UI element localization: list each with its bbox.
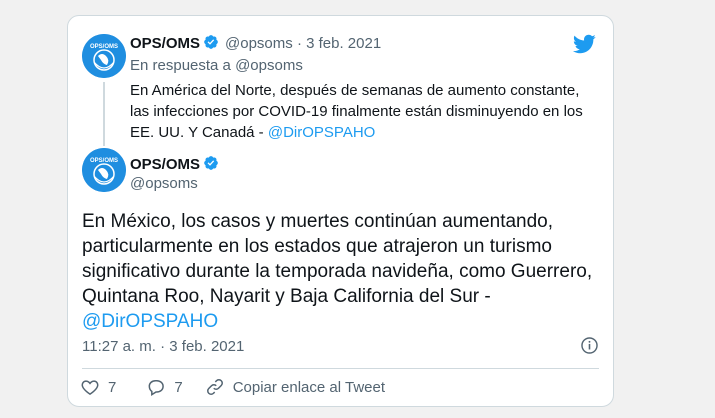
- avatar-text: OPS/OMS: [90, 158, 118, 164]
- tweet-embed-card: OPS/OMS OPS/OMS @opsoms · 3 feb. 2021 En …: [67, 15, 614, 407]
- reply-to-handle[interactable]: @opsoms: [235, 57, 303, 74]
- divider: [82, 368, 599, 369]
- heart-icon: [80, 377, 100, 397]
- avatar-text: OPS/OMS: [90, 44, 118, 50]
- reply-to-prefix: En respuesta a: [130, 57, 231, 74]
- date-separator: ·: [296, 35, 302, 52]
- reply-count: 7: [174, 378, 183, 396]
- parent-tweet-text: En América del Norte, después de semanas…: [130, 80, 600, 143]
- main-author-name[interactable]: OPS/OMS: [130, 156, 200, 173]
- info-icon[interactable]: [580, 336, 599, 360]
- main-handle[interactable]: @opsoms: [130, 175, 198, 192]
- main-timestamp[interactable]: 11:27 a. m. · 3 feb. 2021: [82, 338, 244, 355]
- like-count: 7: [108, 378, 117, 396]
- copy-link-button[interactable]: Copiar enlace al Tweet: [205, 377, 385, 397]
- main-avatar[interactable]: OPS/OMS: [82, 148, 126, 192]
- thread-line: [103, 82, 105, 146]
- main-text-body: En México, los casos y muertes continúan…: [82, 211, 593, 307]
- reply-icon: [146, 377, 166, 397]
- main-mention-link[interactable]: @DirOPSPAHO: [82, 311, 218, 332]
- parent-handle[interactable]: @opsoms: [225, 35, 293, 52]
- link-icon: [205, 377, 225, 397]
- twitter-bird-icon[interactable]: [572, 32, 596, 61]
- parent-header: OPS/OMS @opsoms · 3 feb. 2021: [130, 34, 381, 54]
- parent-mention-link[interactable]: @DirOPSPAHO: [268, 124, 375, 141]
- copy-link-label: Copiar enlace al Tweet: [232, 378, 386, 396]
- action-bar: 7 7 Copiar enlace al Tweet: [80, 377, 385, 397]
- verified-icon: [203, 155, 219, 175]
- reply-button[interactable]: 7: [146, 377, 183, 397]
- reply-to-line: En respuesta a @opsoms: [130, 57, 303, 74]
- main-header: OPS/OMS: [130, 155, 219, 175]
- like-button[interactable]: 7: [80, 377, 116, 397]
- verified-icon: [203, 34, 219, 54]
- parent-author-name[interactable]: OPS/OMS: [130, 35, 200, 52]
- parent-avatar[interactable]: OPS/OMS: [82, 34, 126, 78]
- parent-date[interactable]: 3 feb. 2021: [306, 35, 381, 52]
- main-tweet-text: En México, los casos y muertes continúan…: [82, 209, 607, 334]
